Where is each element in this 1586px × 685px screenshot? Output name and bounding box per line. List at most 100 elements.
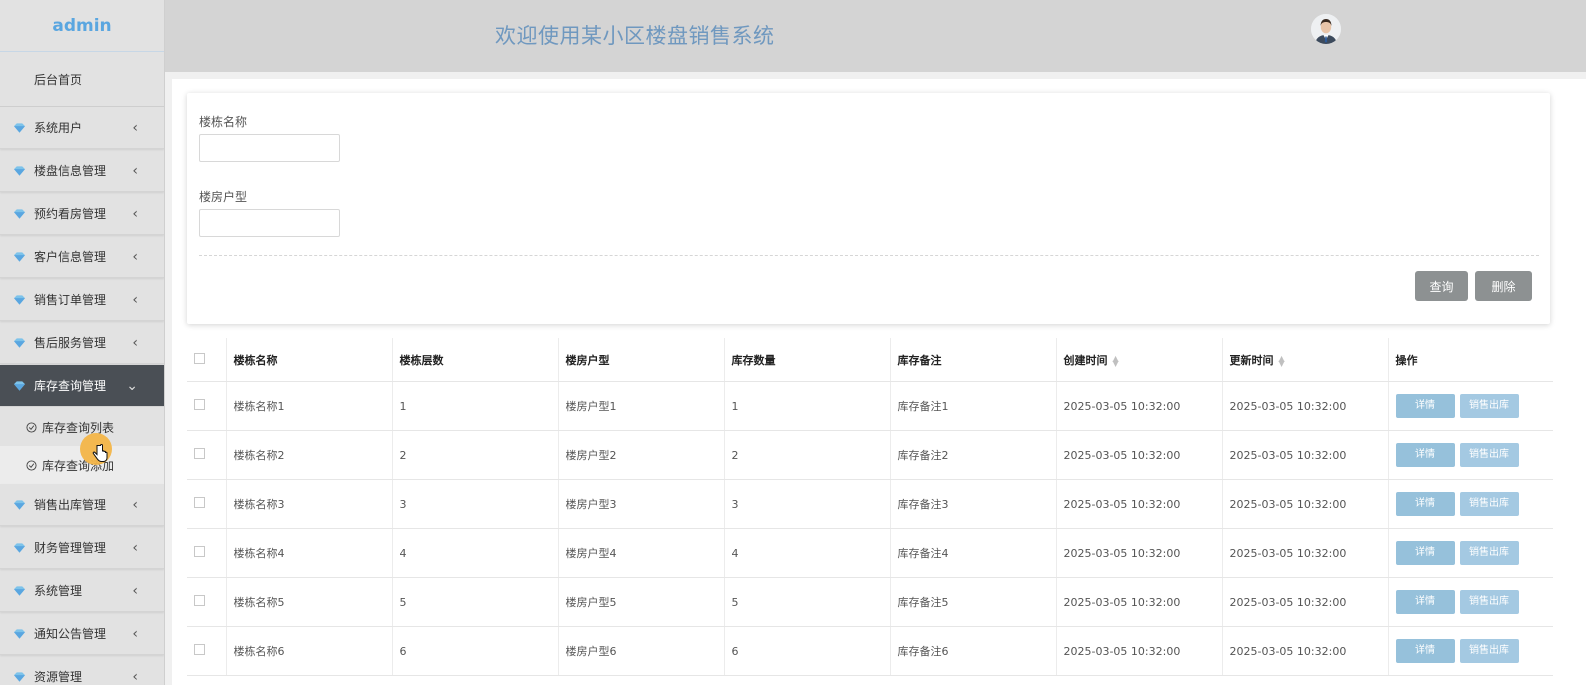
row-checkbox[interactable] (194, 399, 205, 410)
sales-out-button[interactable]: 销售出库 (1459, 492, 1519, 516)
delete-button[interactable]: 删除 (1475, 271, 1532, 301)
detail-button[interactable]: 详情 (1395, 541, 1455, 565)
sales-out-button[interactable]: 销售出库 (1459, 541, 1519, 565)
chevron-left-icon: ‹ (132, 248, 138, 265)
table-cell: 楼栋名称5 (226, 577, 393, 627)
row-select-cell (187, 430, 227, 480)
row-checkbox[interactable] (194, 644, 205, 655)
column-header-label: 更新时间 (1229, 353, 1274, 367)
table-row: 楼栋名称1 1 楼房户型1 1 库存备注1 2025-03-05 10:32:00 2025… (187, 381, 1553, 431)
sidebar-item[interactable]: 销售订单管理 ‹ (0, 279, 164, 321)
sidebar-item-label: 通知公告管理 (34, 627, 107, 641)
page-title: 欢迎使用某小区楼盘销售系统 (495, 24, 775, 48)
table-cell: 2025-03-05 10:32:00 (1056, 430, 1223, 480)
actions-cell: 详情 销售出库 (1388, 381, 1553, 431)
sidebar-item[interactable]: 客户信息管理 ‹ (0, 236, 164, 278)
sidebar-item[interactable]: 财务管理管理 ‹ (0, 527, 164, 569)
table-row: 楼栋名称3 3 楼房户型3 3 库存备注3 2025-03-05 10:32:00 2025… (187, 479, 1553, 529)
column-header: 楼房户型 (558, 338, 725, 382)
row-checkbox[interactable] (194, 546, 205, 557)
table-cell: 3 (392, 479, 559, 529)
sidebar-item[interactable]: 系统用户 ‹ (0, 107, 164, 149)
building-name-label: 楼栋名称 (199, 115, 248, 129)
sidebar-item[interactable]: 系统管理 ‹ (0, 570, 164, 612)
table-cell: 库存备注2 (890, 430, 1057, 480)
table-cell: 2025-03-05 10:32:00 (1222, 430, 1389, 480)
sidebar-item-label: 客户信息管理 (34, 250, 107, 264)
diamond-icon (14, 542, 25, 553)
sort-icon[interactable]: ▲ ▼ (1279, 354, 1285, 367)
sidebar-item-home[interactable]: 后台首页 (0, 52, 164, 107)
detail-button[interactable]: 详情 (1395, 590, 1455, 614)
sidebar-item[interactable]: 通知公告管理 ‹ (0, 613, 164, 655)
table-cell: 库存备注5 (890, 577, 1057, 627)
table-cell: 1 (724, 381, 891, 431)
sort-icon[interactable]: ▲ ▼ (1113, 354, 1119, 367)
sidebar-item-label: 系统用户 (34, 121, 83, 135)
column-header-sortable[interactable]: 创建时间 ▲ ▼ (1056, 338, 1223, 382)
select-all-checkbox[interactable] (194, 352, 205, 364)
table-cell: 2025-03-05 10:32:00 (1056, 528, 1223, 578)
row-checkbox[interactable] (194, 595, 205, 606)
table-body: 楼栋名称1 1 楼房户型1 1 库存备注1 2025-03-05 10:32:00 2025… (187, 381, 1553, 676)
table-cell: 2025-03-05 10:32:00 (1222, 528, 1389, 578)
table-cell: 库存备注3 (890, 479, 1057, 529)
diamond-icon (14, 208, 25, 219)
sidebar-item-label: 销售出库管理 (34, 498, 107, 512)
table-cell: 2 (724, 430, 891, 480)
search-panel: 楼栋名称 楼房户型 查询 删除 (187, 93, 1550, 324)
table-cell: 4 (724, 528, 891, 578)
avatar[interactable] (1311, 14, 1341, 44)
detail-button[interactable]: 详情 (1395, 394, 1455, 418)
table-cell: 楼房户型5 (558, 577, 725, 627)
sidebar-subitem-label: 库存查询列表 (42, 420, 115, 435)
check-circle-icon (26, 459, 37, 471)
column-header-sortable[interactable]: 更新时间 ▲ ▼ (1222, 338, 1389, 382)
sidebar-item[interactable]: 库存查询管理 ⌄ (0, 365, 164, 407)
sales-out-button[interactable]: 销售出库 (1459, 443, 1519, 467)
chevron-left-icon: ‹ (132, 582, 138, 599)
diamond-icon (14, 251, 25, 262)
column-header: 库存备注 (890, 338, 1057, 382)
sales-out-button[interactable]: 销售出库 (1459, 394, 1519, 418)
inventory-table: 楼栋名称 楼栋层数 楼房户型 库存数量 库存备注 创建时间 ▲ ▼ 更新时间 ▲ ▼ 操… (187, 338, 1553, 685)
detail-button[interactable]: 详情 (1395, 443, 1455, 467)
sidebar-item[interactable]: 预约看房管理 ‹ (0, 193, 164, 235)
sidebar-item-label: 楼盘信息管理 (34, 164, 107, 178)
diamond-icon (14, 671, 25, 682)
table-cell: 楼栋名称6 (226, 626, 393, 676)
detail-button[interactable]: 详情 (1395, 492, 1455, 516)
chevron-left-icon: ‹ (132, 205, 138, 222)
house-type-input[interactable] (199, 209, 340, 237)
diamond-icon (14, 628, 25, 639)
table-cell: 楼房户型1 (558, 381, 725, 431)
hand-pointer-icon (92, 444, 108, 462)
sales-out-button[interactable]: 销售出库 (1459, 639, 1519, 663)
detail-button[interactable]: 详情 (1395, 639, 1455, 663)
table-cell: 2 (392, 430, 559, 480)
sidebar-item[interactable]: 楼盘信息管理 ‹ (0, 150, 164, 192)
table-row: 楼栋名称2 2 楼房户型2 2 库存备注2 2025-03-05 10:32:00 2025… (187, 430, 1553, 480)
query-button[interactable]: 查询 (1415, 271, 1468, 301)
actions-cell: 详情 销售出库 (1388, 479, 1553, 529)
sidebar-item[interactable]: 销售出库管理 ‹ (0, 484, 164, 526)
column-header-label: 创建时间 (1063, 353, 1108, 367)
sales-out-button[interactable]: 销售出库 (1459, 590, 1519, 614)
table-cell: 2025-03-05 10:32:00 (1222, 626, 1389, 676)
sidebar-item-label: 资源管理 (34, 670, 83, 684)
row-select-cell (187, 577, 227, 627)
table-cell: 1 (392, 381, 559, 431)
sidebar-item-label: 预约看房管理 (34, 207, 107, 221)
sidebar-item[interactable]: 售后服务管理 ‹ (0, 322, 164, 364)
table-row: 楼栋名称4 4 楼房户型4 4 库存备注4 2025-03-05 10:32:00 2025… (187, 528, 1553, 578)
row-checkbox[interactable] (194, 497, 205, 508)
sidebar-item[interactable]: 资源管理 ‹ (0, 656, 164, 685)
table-cell: 3 (724, 479, 891, 529)
row-select-cell (187, 626, 227, 676)
row-checkbox[interactable] (194, 448, 205, 459)
row-select-cell (187, 479, 227, 529)
top-header: 欢迎使用某小区楼盘销售系统 (165, 0, 1586, 72)
building-name-input[interactable] (199, 134, 340, 162)
table-cell: 5 (392, 577, 559, 627)
column-header: 库存数量 (724, 338, 891, 382)
